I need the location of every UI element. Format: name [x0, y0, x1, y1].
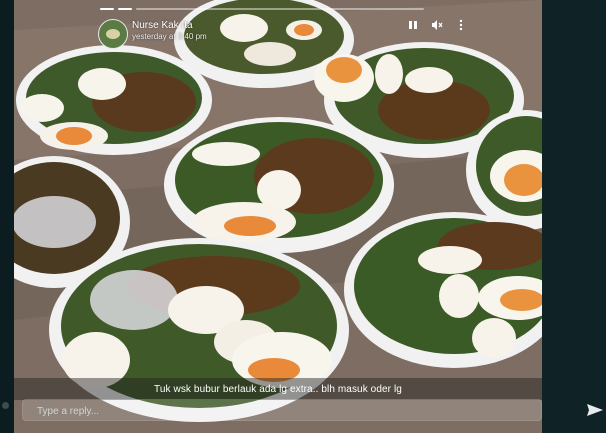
progress-segment-current	[136, 8, 424, 10]
left-rail	[0, 0, 14, 433]
progress-segment	[118, 8, 132, 10]
story-caption: Tuk wsk bubur berlauk ada lg extra.. blh…	[154, 383, 402, 395]
send-icon[interactable]	[585, 400, 605, 420]
post-timestamp: yesterday at 3:40 pm	[132, 32, 207, 41]
story-progress	[100, 8, 424, 10]
food-bowls-photo	[14, 0, 542, 433]
more-vertical-icon[interactable]	[454, 18, 468, 32]
pause-icon[interactable]	[406, 18, 420, 32]
left-indicator-dot	[2, 402, 9, 409]
avatar-image	[106, 29, 120, 39]
poster-name[interactable]: Nurse Kak Ita	[132, 20, 193, 31]
reply-input[interactable]	[35, 402, 519, 420]
caption-bar: Tuk wsk bubur berlauk ada lg extra.. blh…	[14, 378, 542, 400]
reply-box[interactable]	[22, 399, 542, 421]
avatar[interactable]	[98, 19, 128, 49]
story-controls	[406, 18, 468, 32]
progress-segment	[100, 8, 114, 10]
speaker-muted-icon[interactable]	[430, 18, 444, 32]
status-story-viewer[interactable]: Nurse Kak Ita yesterday at 3:40 pm Tuk w…	[14, 0, 542, 433]
right-rail	[542, 0, 606, 433]
